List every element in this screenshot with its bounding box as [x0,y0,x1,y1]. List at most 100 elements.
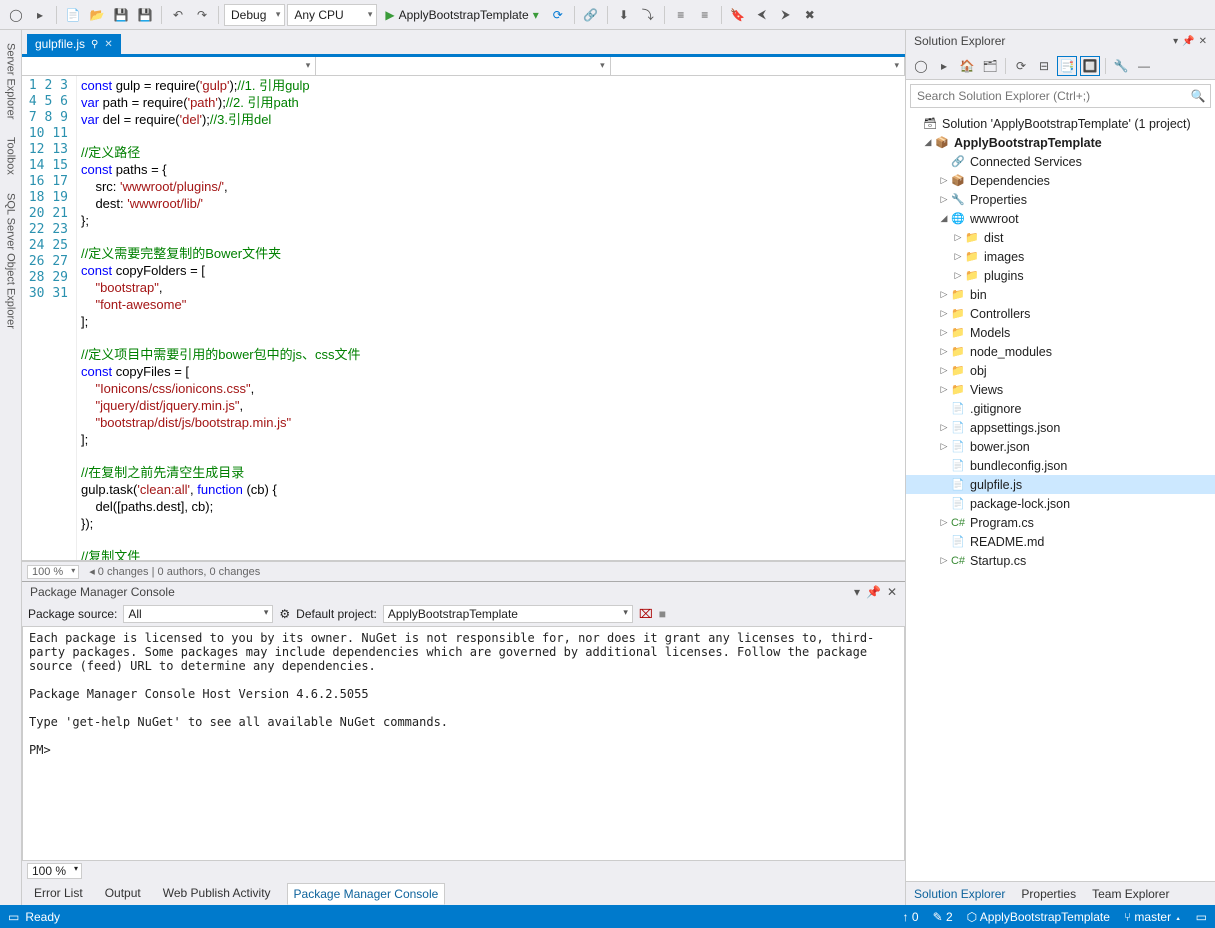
close-icon[interactable]: ✕ [1199,36,1207,47]
tab-pmc[interactable]: Package Manager Console [287,883,446,905]
tree-node[interactable]: ▷📁plugins [906,266,1215,285]
tab-solution-explorer[interactable]: Solution Explorer [906,884,1013,904]
new-project-icon[interactable]: 📄 [62,4,84,26]
solution-explorer-panel: Solution Explorer ▾ 📌 ✕ ◯ ▸ 🏠 🗂 ⟳ ⊟ 📑 🔲 … [905,30,1215,905]
tab-error-list[interactable]: Error List [28,883,89,903]
stop-icon[interactable]: ■ [659,607,666,621]
publish-status[interactable]: ↑ 0 [903,910,919,924]
sync-icon[interactable]: 🗂 [980,56,1000,76]
project-node[interactable]: ◢📦ApplyBootstrapTemplate [906,133,1215,152]
nav-back-icon[interactable]: ◯ [5,4,27,26]
tree-node[interactable]: ▷C#Program.cs [906,513,1215,532]
tab-server-explorer[interactable]: Server Explorer [3,35,19,127]
properties-icon[interactable]: 🔧 [1111,56,1131,76]
tree-node[interactable]: 📄gulpfile.js [906,475,1215,494]
tree-node[interactable]: ▷📁obj [906,361,1215,380]
branch-status[interactable]: ⑂ master ▴ [1124,910,1182,924]
nav-scope-select[interactable] [22,57,316,75]
collapse-all-icon[interactable]: ⊟ [1034,56,1054,76]
solution-tree[interactable]: 🗃Solution 'ApplyBootstrapTemplate' (1 pr… [906,112,1215,881]
notifications-icon[interactable]: ▭ [1196,910,1207,924]
codelens-changes: ◂ 0 changes | 0 authors, 0 changes [89,565,260,578]
pmc-source-select[interactable]: All [123,605,273,623]
nav-type-select[interactable] [316,57,610,75]
platform-select[interactable]: Any CPU [287,4,377,26]
project-status[interactable]: ⬡ ApplyBootstrapTemplate [967,910,1110,924]
start-debug-button[interactable]: ▶ ApplyBootstrapTemplate ▾ [379,4,544,26]
pmc-zoom-select[interactable]: 100 % [27,863,82,879]
pin-icon[interactable]: 📌 [1182,36,1194,47]
save-all-icon[interactable]: 💾 [134,4,156,26]
doc-tab-gulpfile[interactable]: gulpfile.js ⚲ ✕ [27,34,121,54]
tree-node[interactable]: ▷📦Dependencies [906,171,1215,190]
pmc-output[interactable]: Each package is licensed to you by its o… [22,626,905,861]
code-area[interactable]: const gulp = require('gulp');//1. 引用gulp… [77,76,905,560]
code-editor[interactable]: 1 2 3 4 5 6 7 8 9 10 11 12 13 14 15 16 1… [22,76,905,561]
view-menu-icon[interactable]: — [1134,56,1154,76]
pin-icon[interactable]: ⚲ [91,39,98,50]
tree-node[interactable]: ▷📁dist [906,228,1215,247]
tree-node[interactable]: 📄.gitignore [906,399,1215,418]
tree-node[interactable]: ▷📁images [906,247,1215,266]
browser-link-icon[interactable]: 🔗 [580,4,602,26]
solution-node[interactable]: 🗃Solution 'ApplyBootstrapTemplate' (1 pr… [906,114,1215,133]
solution-search[interactable]: 🔍 [910,84,1211,108]
prev-bookmark-icon[interactable]: ⮜ [751,4,773,26]
home-icon[interactable]: 🏠 [957,56,977,76]
search-icon[interactable]: 🔍 [1186,85,1210,107]
tree-node[interactable]: 📄bundleconfig.json [906,456,1215,475]
open-file-icon[interactable]: 📂 [86,4,108,26]
config-select[interactable]: Debug [224,4,285,26]
output-tab-strip: Error List Output Web Publish Activity P… [22,881,905,905]
redo-icon[interactable]: ↷ [191,4,213,26]
nav-fwd-icon[interactable]: ▸ [934,56,954,76]
clear-bookmarks-icon[interactable]: ✖ [799,4,821,26]
solution-search-input[interactable] [911,85,1186,107]
tab-toolbox[interactable]: Toolbox [3,129,19,183]
window-menu-icon[interactable]: ▾ [854,585,860,599]
tree-node[interactable]: ▷📁bin [906,285,1215,304]
run-target-label: ApplyBootstrapTemplate [399,8,529,22]
next-bookmark-icon[interactable]: ⮞ [775,4,797,26]
nav-fwd-icon[interactable]: ▸ [29,4,51,26]
save-icon[interactable]: 💾 [110,4,132,26]
indent-less-icon[interactable]: ≡ [670,4,692,26]
indent-more-icon[interactable]: ≡ [694,4,716,26]
step-into-icon[interactable]: ⬇ [613,4,635,26]
tree-node[interactable]: ◢🌐wwwroot [906,209,1215,228]
close-icon[interactable]: ✕ [104,39,112,50]
refresh-icon[interactable]: ⟳ [1011,56,1031,76]
clear-console-icon[interactable]: ⌧ [639,607,653,621]
editor-zoom-select[interactable]: 100 % [27,565,79,579]
tree-node[interactable]: ▷📄bower.json [906,437,1215,456]
show-all-files-icon[interactable]: 📑 [1057,56,1077,76]
tab-output[interactable]: Output [99,883,147,903]
nav-back-icon[interactable]: ◯ [911,56,931,76]
tab-sql-object-explorer[interactable]: SQL Server Object Explorer [3,185,19,337]
pin-icon[interactable]: 📌 [866,585,881,599]
nav-member-select[interactable] [611,57,905,75]
tree-node[interactable]: 🔗Connected Services [906,152,1215,171]
tree-node[interactable]: 📄README.md [906,532,1215,551]
tree-node[interactable]: ▷📁Controllers [906,304,1215,323]
tab-team-explorer[interactable]: Team Explorer [1084,884,1177,904]
tab-properties[interactable]: Properties [1013,884,1084,904]
changes-status[interactable]: ✎ 2 [933,910,953,924]
refresh-icon[interactable]: ⟳ [547,4,569,26]
tree-node[interactable]: ▷🔧Properties [906,190,1215,209]
tree-node[interactable]: ▷📄appsettings.json [906,418,1215,437]
preview-icon[interactable]: 🔲 [1080,56,1100,76]
bookmark-icon[interactable]: 🔖 [727,4,749,26]
undo-icon[interactable]: ↶ [167,4,189,26]
tree-node[interactable]: ▷C#Startup.cs [906,551,1215,570]
tree-node[interactable]: ▷📁node_modules [906,342,1215,361]
window-menu-icon[interactable]: ▾ [1173,36,1178,47]
tree-node[interactable]: ▷📁Views [906,380,1215,399]
step-over-icon[interactable]: ⤵ [637,4,659,26]
pmc-project-select[interactable]: ApplyBootstrapTemplate [383,605,633,623]
tree-node[interactable]: ▷📁Models [906,323,1215,342]
tree-node[interactable]: 📄package-lock.json [906,494,1215,513]
gear-icon[interactable]: ⚙ [279,607,290,621]
tab-web-publish[interactable]: Web Publish Activity [157,883,277,903]
close-icon[interactable]: ✕ [887,585,897,599]
